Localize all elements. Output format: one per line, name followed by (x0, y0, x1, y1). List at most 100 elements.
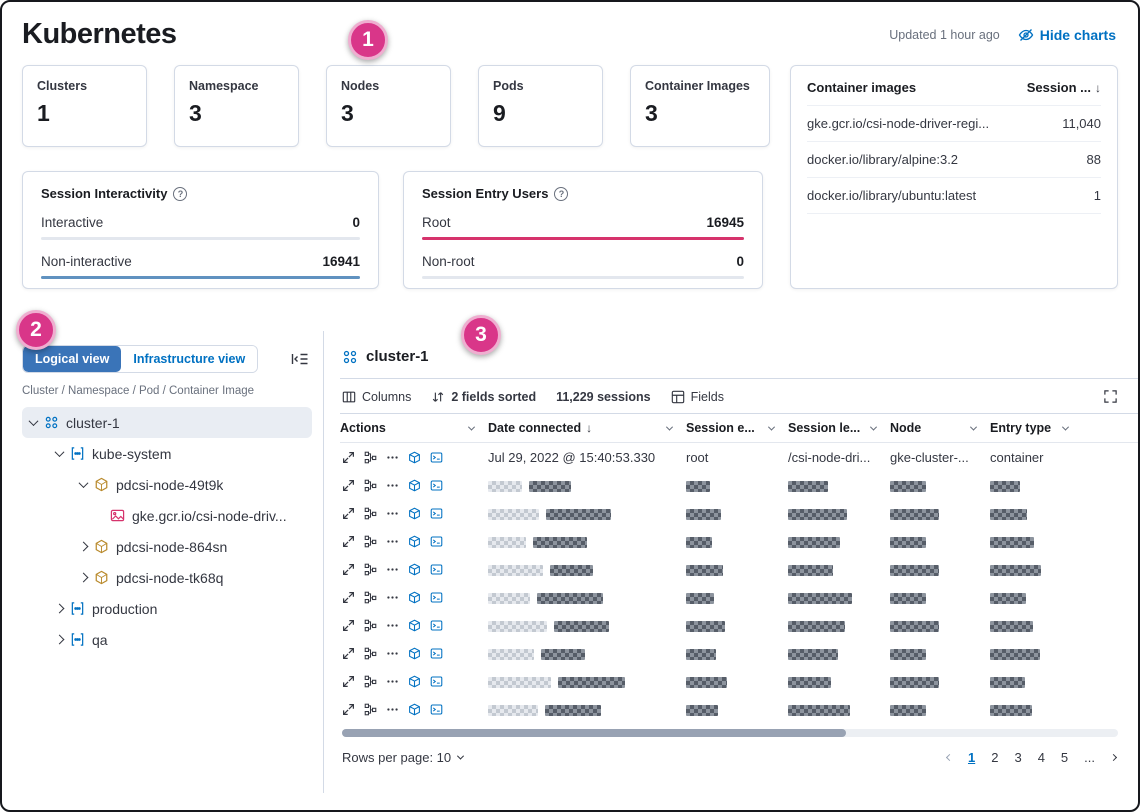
scrollbar-thumb[interactable] (342, 729, 846, 737)
process-tree-icon[interactable] (364, 591, 377, 604)
more-actions-icon[interactable] (386, 703, 399, 716)
more-actions-icon[interactable] (386, 675, 399, 688)
page-3-button[interactable]: 3 (1014, 750, 1021, 765)
expand-session-icon[interactable] (342, 675, 355, 688)
process-tree-icon[interactable] (364, 563, 377, 576)
more-actions-icon[interactable] (386, 451, 399, 464)
container-image-row[interactable]: docker.io/library/ubuntu:latest 1 (807, 178, 1101, 214)
cube-icon[interactable] (408, 479, 421, 492)
table-row[interactable] (340, 499, 1138, 527)
table-row[interactable]: Jul 29, 2022 @ 15:40:53.330 root /csi-no… (340, 443, 1138, 471)
terminal-icon[interactable] (430, 703, 443, 716)
column-header-entry-type[interactable]: Entry type (990, 414, 1082, 442)
expand-session-icon[interactable] (342, 591, 355, 604)
chevron-right-icon[interactable] (79, 573, 89, 583)
stat-card-clusters[interactable]: Clusters 1 (22, 65, 147, 147)
fields-button[interactable]: Fields (671, 390, 724, 404)
container-image-row[interactable]: gke.gcr.io/csi-node-driver-regi... 11,04… (807, 106, 1101, 142)
chevron-right-icon[interactable] (79, 542, 89, 552)
page-5-button[interactable]: 5 (1061, 750, 1068, 765)
process-tree-icon[interactable] (364, 507, 377, 520)
stat-card-pods[interactable]: Pods 9 (478, 65, 603, 147)
fields-sorted-button[interactable]: 2 fields sorted (431, 390, 536, 404)
session-sort-header[interactable]: Session ... ↓ (1027, 80, 1101, 95)
page-4-button[interactable]: 4 (1038, 750, 1045, 765)
tree-item-kube-system[interactable]: kube-system (22, 438, 312, 469)
terminal-icon[interactable] (430, 535, 443, 548)
rows-per-page-button[interactable]: Rows per page: 10 (342, 750, 463, 765)
process-tree-icon[interactable] (364, 647, 377, 660)
tree-item-production[interactable]: production (22, 593, 312, 624)
cube-icon[interactable] (408, 535, 421, 548)
tree-item-pdcsi-node-tk68q[interactable]: pdcsi-node-tk68q (22, 562, 312, 593)
column-header-session-entry[interactable]: Session e... (686, 414, 788, 442)
tree-item-container-image[interactable]: gke.gcr.io/csi-node-driv... (22, 500, 312, 531)
horizontal-scrollbar[interactable] (342, 729, 1118, 737)
process-tree-icon[interactable] (364, 535, 377, 548)
help-icon[interactable]: ? (554, 187, 568, 201)
process-tree-icon[interactable] (364, 675, 377, 688)
previous-page-icon[interactable] (946, 754, 953, 761)
table-row[interactable] (340, 667, 1138, 695)
cube-icon[interactable] (408, 507, 421, 520)
next-page-icon[interactable] (1110, 754, 1117, 761)
process-tree-icon[interactable] (364, 451, 377, 464)
more-actions-icon[interactable] (386, 619, 399, 632)
terminal-icon[interactable] (430, 647, 443, 660)
help-icon[interactable]: ? (173, 187, 187, 201)
more-actions-icon[interactable] (386, 479, 399, 492)
expand-session-icon[interactable] (342, 479, 355, 492)
stat-card-nodes[interactable]: Nodes 3 (326, 65, 451, 147)
table-row[interactable] (340, 583, 1138, 611)
page-2-button[interactable]: 2 (991, 750, 998, 765)
tree-item-pdcsi-node-864sn[interactable]: pdcsi-node-864sn (22, 531, 312, 562)
chevron-right-icon[interactable] (55, 604, 65, 614)
terminal-icon[interactable] (430, 479, 443, 492)
table-row[interactable] (340, 695, 1138, 723)
tree-item-qa[interactable]: qa (22, 624, 312, 655)
terminal-icon[interactable] (430, 451, 443, 464)
more-actions-icon[interactable] (386, 535, 399, 548)
page-1-button[interactable]: 1 (968, 750, 975, 765)
chevron-right-icon[interactable] (55, 635, 65, 645)
terminal-icon[interactable] (430, 507, 443, 520)
cube-icon[interactable] (408, 703, 421, 716)
terminal-icon[interactable] (430, 675, 443, 688)
more-actions-icon[interactable] (386, 507, 399, 520)
hide-charts-button[interactable]: Hide charts (1018, 27, 1116, 43)
more-actions-icon[interactable] (386, 647, 399, 660)
column-header-session-leader[interactable]: Session le... (788, 414, 890, 442)
chevron-down-icon[interactable] (55, 447, 65, 457)
infrastructure-view-button[interactable]: Infrastructure view (121, 346, 257, 372)
process-tree-icon[interactable] (364, 703, 377, 716)
cube-icon[interactable] (408, 451, 421, 464)
columns-button[interactable]: Columns (342, 390, 411, 404)
cube-icon[interactable] (408, 647, 421, 660)
cube-icon[interactable] (408, 563, 421, 576)
column-header-actions[interactable]: Actions (340, 414, 488, 442)
container-image-row[interactable]: docker.io/library/alpine:3.2 88 (807, 142, 1101, 178)
chevron-down-icon[interactable] (79, 478, 89, 488)
column-header-node[interactable]: Node (890, 414, 990, 442)
cube-icon[interactable] (408, 675, 421, 688)
cube-icon[interactable] (408, 619, 421, 632)
cube-icon[interactable] (408, 591, 421, 604)
table-row[interactable] (340, 555, 1138, 583)
table-row[interactable] (340, 527, 1138, 555)
expand-session-icon[interactable] (342, 535, 355, 548)
table-row[interactable] (340, 639, 1138, 667)
expand-session-icon[interactable] (342, 619, 355, 632)
fullscreen-button[interactable] (1103, 389, 1118, 404)
stat-card-namespace[interactable]: Namespace 3 (174, 65, 299, 147)
table-row[interactable] (340, 471, 1138, 499)
tree-item-cluster-1[interactable]: cluster-1 (22, 407, 312, 438)
collapse-panel-button[interactable] (291, 351, 309, 367)
expand-session-icon[interactable] (342, 451, 355, 464)
more-actions-icon[interactable] (386, 563, 399, 576)
expand-session-icon[interactable] (342, 507, 355, 520)
expand-session-icon[interactable] (342, 703, 355, 716)
column-header-date-connected[interactable]: Date connected ↓ (488, 414, 686, 442)
process-tree-icon[interactable] (364, 619, 377, 632)
expand-session-icon[interactable] (342, 563, 355, 576)
stat-card-container-images[interactable]: Container Images 3 (630, 65, 770, 147)
